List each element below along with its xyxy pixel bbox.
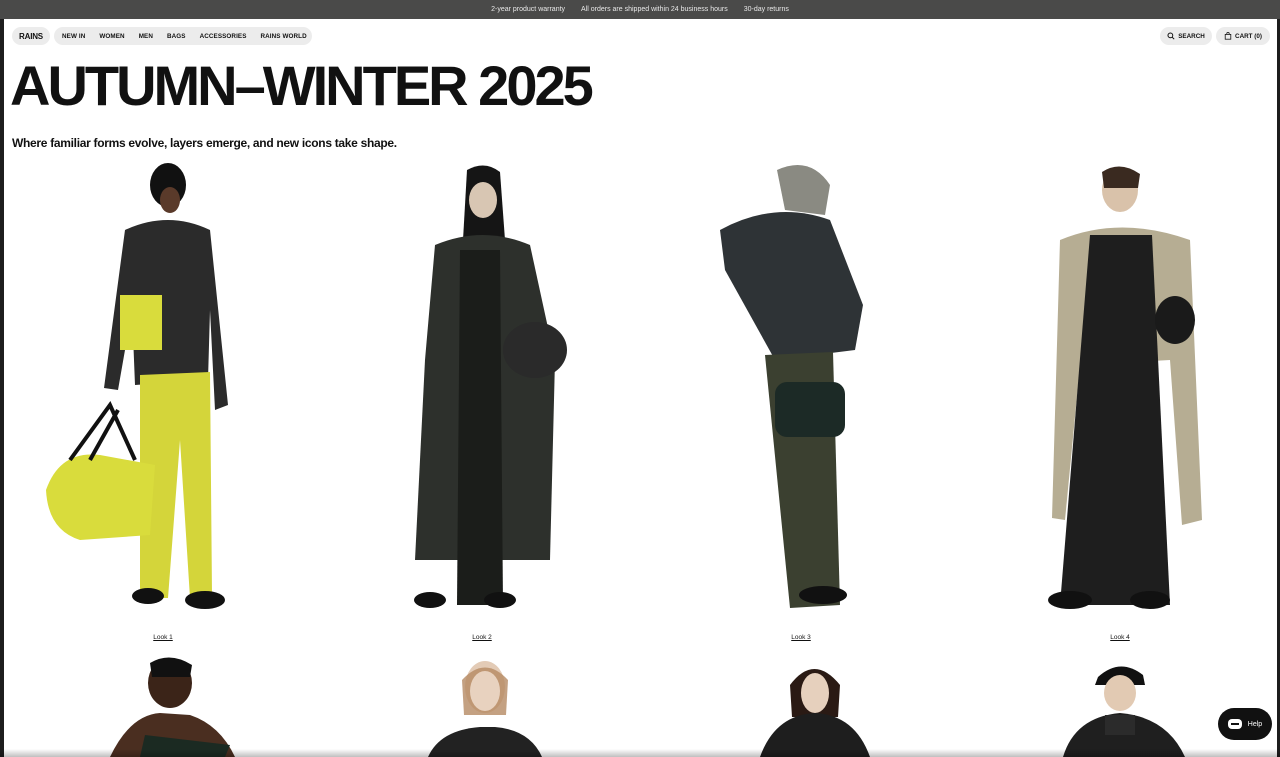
search-button[interactable]: SEARCH <box>1160 27 1212 45</box>
look-3-image[interactable] <box>715 160 875 615</box>
look-2-link[interactable]: Look 2 <box>452 634 512 641</box>
look-7-image[interactable] <box>750 655 880 757</box>
announcement-shipping: All orders are shipped within 24 busines… <box>581 6 728 13</box>
main-navigation: RAINS NEW IN WOMEN MEN BAGS ACCESSORIES … <box>12 27 1270 45</box>
bag-icon <box>1224 32 1232 40</box>
look-4-link[interactable]: Look 4 <box>1090 634 1150 641</box>
look-8-image[interactable] <box>1055 655 1195 757</box>
look-1-image[interactable] <box>40 160 240 615</box>
look-5-image[interactable] <box>100 655 240 757</box>
search-icon <box>1167 32 1175 40</box>
main-menu: NEW IN WOMEN MEN BAGS ACCESSORIES RAINS … <box>54 27 312 45</box>
nav-item-bags[interactable]: BAGS <box>167 33 186 40</box>
look-1-link[interactable]: Look 1 <box>133 634 193 641</box>
announcement-warranty: 2-year product warranty <box>491 6 566 13</box>
nav-item-new-in[interactable]: NEW IN <box>62 33 85 40</box>
look-2-image[interactable] <box>405 160 575 615</box>
look-3-link[interactable]: Look 3 <box>771 634 831 641</box>
cart-button[interactable]: CART (0) <box>1216 27 1270 45</box>
help-label: Help <box>1247 720 1263 728</box>
chat-icon <box>1227 719 1242 729</box>
announcement-bar: 2-year product warranty All orders are s… <box>0 0 1280 19</box>
cart-label: CART (0) <box>1235 32 1262 40</box>
nav-item-rains-world[interactable]: RAINS WORLD <box>261 33 307 40</box>
look-4-image[interactable] <box>1040 160 1210 615</box>
help-button[interactable]: Help <box>1218 708 1272 740</box>
window-frame-left <box>0 19 4 757</box>
nav-item-men[interactable]: MEN <box>139 33 153 40</box>
logo-link[interactable]: RAINS <box>12 27 50 45</box>
page-subtitle: Where familiar forms evolve, layers emer… <box>12 136 397 150</box>
nav-item-women[interactable]: WOMEN <box>99 33 124 40</box>
look-6-image[interactable] <box>420 655 550 757</box>
search-label: SEARCH <box>1178 32 1205 40</box>
page-title: AUTUMN–WINTER 2025 <box>10 54 594 117</box>
bottom-fold-shadow <box>0 749 1280 757</box>
announcement-returns: 30-day returns <box>743 6 789 13</box>
nav-item-accessories[interactable]: ACCESSORIES <box>200 33 247 40</box>
